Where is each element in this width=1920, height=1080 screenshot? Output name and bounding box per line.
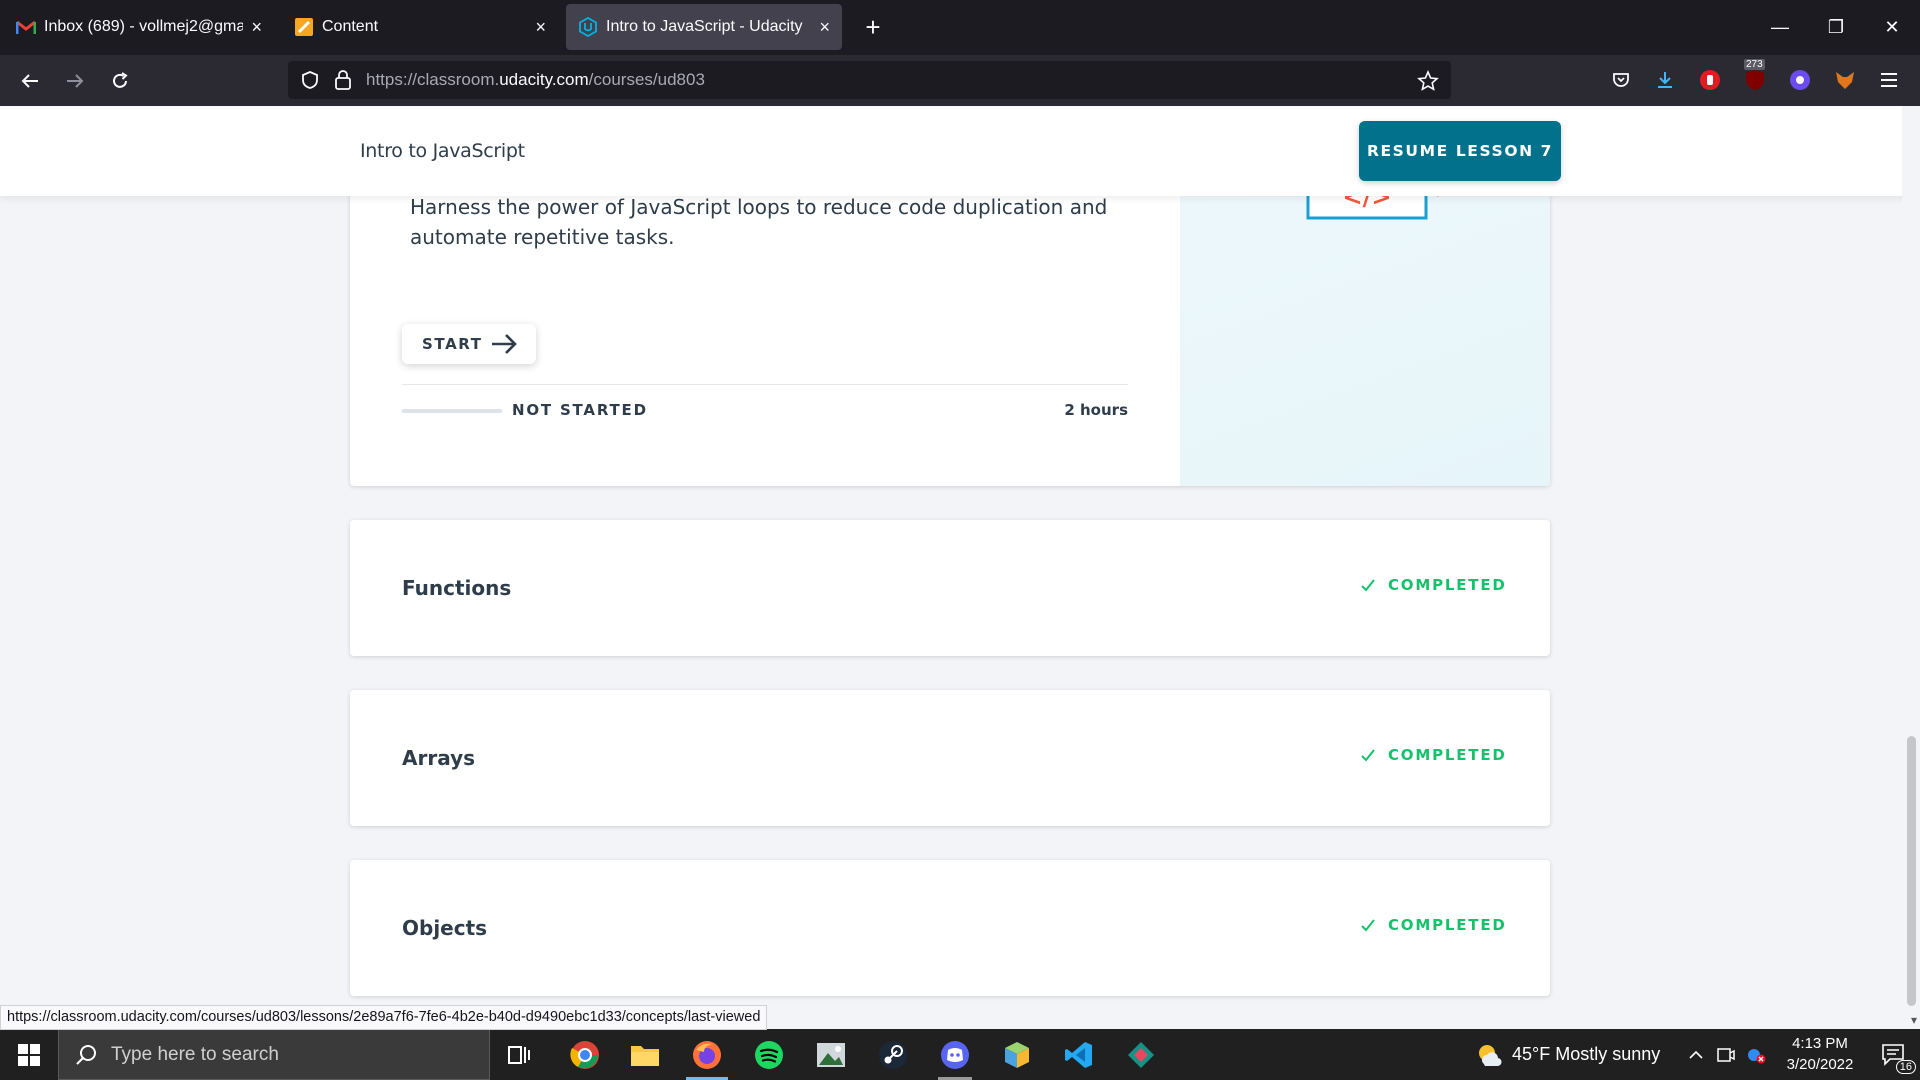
status-label: COMPLETED [1388, 746, 1507, 764]
start-label: START [422, 335, 483, 353]
close-window-button[interactable]: ✕ [1864, 0, 1920, 55]
lesson-description: Harness the power of JavaScript loops to… [410, 195, 1108, 249]
new-tab-button[interactable]: + [856, 10, 890, 44]
url-prefix: https://classroom. [366, 70, 500, 89]
metamask-fox-icon[interactable] [1832, 67, 1858, 93]
browser-tab-bar: Inbox (689) - vollmej2@gmatc.m × Content… [0, 0, 1920, 55]
lesson-progress-bar [402, 409, 502, 413]
bookmark-star-icon[interactable] [1417, 69, 1439, 97]
checkmark-icon [1360, 917, 1376, 933]
course-header: Intro to JavaScript RESUME LESSON 7 [0, 106, 1920, 196]
gmail-icon [16, 17, 36, 37]
chrome-icon[interactable] [556, 1029, 614, 1080]
network-alert-icon[interactable] [1742, 1029, 1770, 1080]
extension-badge: 273 [1744, 59, 1765, 70]
restore-button[interactable]: ❐ [1808, 0, 1864, 55]
reload-button[interactable] [102, 63, 138, 99]
task-view-icon[interactable] [490, 1029, 548, 1080]
url-path: /courses/ud803 [588, 70, 705, 89]
windows-taskbar: Type here to search 45°F Mostly sunny 4:… [0, 1029, 1920, 1080]
close-tab-icon[interactable]: × [535, 17, 546, 38]
lock-icon[interactable] [334, 70, 352, 95]
vscode-icon[interactable] [1050, 1029, 1108, 1080]
page-content: Intro to JavaScript RESUME LESSON 7 Harn… [0, 106, 1920, 1029]
menu-hamburger-icon[interactable] [1876, 67, 1902, 93]
show-hidden-icons-chevron-icon[interactable] [1684, 1029, 1708, 1080]
lesson-card-functions[interactable]: Functions COMPLETED [350, 520, 1550, 656]
page-scrollbar[interactable]: ▾ [1902, 106, 1920, 1029]
clock-time: 4:13 PM [1792, 1035, 1848, 1052]
arrow-right-icon [490, 330, 518, 362]
lesson-title: Objects [402, 916, 488, 940]
lesson-title: Functions [402, 576, 512, 600]
forward-button[interactable] [57, 63, 93, 99]
lesson-title: Arrays [402, 746, 476, 770]
windows-start-button[interactable] [0, 1029, 58, 1080]
checkmark-icon [1360, 747, 1376, 763]
search-placeholder: Type here to search [111, 1043, 279, 1065]
adblock-icon[interactable] [1697, 67, 1723, 93]
file-explorer-icon[interactable] [616, 1029, 674, 1080]
taskbar-clock[interactable]: 4:13 PM 3/20/2022 [1770, 1033, 1870, 1075]
browser-nav-bar: https://classroom.udacity.com/courses/ud… [0, 55, 1920, 106]
gitkraken-icon[interactable] [1112, 1029, 1170, 1080]
tab-title: Intro to JavaScript - Udacity [606, 18, 803, 35]
completed-status: COMPLETED [1360, 746, 1507, 764]
content-icon [294, 17, 314, 37]
steam-icon[interactable] [864, 1029, 922, 1080]
status-label: COMPLETED [1388, 916, 1507, 934]
tab-content[interactable]: Content × [282, 4, 558, 50]
scroll-down-icon[interactable]: ▾ [1911, 1013, 1917, 1027]
partly-sunny-icon [1476, 1042, 1502, 1068]
checkmark-icon [1360, 577, 1376, 593]
start-lesson-button[interactable]: START [402, 324, 536, 364]
lesson-card-objects[interactable]: Objects COMPLETED [350, 860, 1550, 996]
download-icon[interactable] [1652, 67, 1678, 93]
search-icon [75, 1044, 97, 1066]
discord-icon[interactable] [926, 1029, 984, 1080]
shield-icon[interactable] [300, 70, 320, 95]
lesson-card-arrays[interactable]: Arrays COMPLETED [350, 690, 1550, 826]
photo-app-icon[interactable] [802, 1029, 860, 1080]
meet-now-icon[interactable] [1712, 1029, 1740, 1080]
url-text[interactable]: https://classroom.udacity.com/courses/ud… [366, 70, 705, 90]
course-title[interactable]: Intro to JavaScript [360, 140, 525, 162]
close-tab-icon[interactable]: × [251, 17, 262, 38]
firefox-icon[interactable] [678, 1029, 736, 1080]
reload-icon [113, 72, 128, 88]
scrollbar-thumb[interactable] [1907, 736, 1916, 1006]
udacity-icon [578, 17, 598, 37]
close-tab-icon[interactable]: × [819, 17, 830, 38]
clock-date: 3/20/2022 [1786, 1056, 1854, 1073]
lesson-duration: 2 hours [1064, 401, 1128, 419]
3d-cube-app-icon[interactable] [988, 1029, 1046, 1080]
forward-arrow-icon [67, 74, 84, 88]
tab-title: Inbox (689) - vollmej2@gmatc.m [44, 18, 244, 35]
back-button[interactable] [12, 63, 48, 99]
pocket-icon[interactable] [1608, 67, 1634, 93]
weather-text: 45°F Mostly sunny [1512, 1044, 1661, 1064]
card-divider [402, 384, 1128, 385]
completed-status: COMPLETED [1360, 576, 1507, 594]
url-host: udacity.com [499, 70, 589, 89]
resume-lesson-button[interactable]: RESUME LESSON 7 [1359, 121, 1561, 181]
tab-gmail[interactable]: Inbox (689) - vollmej2@gmatc.m × [4, 4, 274, 50]
link-status-url: https://classroom.udacity.com/courses/ud… [0, 1005, 768, 1030]
address-bar[interactable]: https://classroom.udacity.com/courses/ud… [288, 61, 1451, 99]
minimize-button[interactable]: — [1752, 0, 1808, 55]
completed-status: COMPLETED [1360, 916, 1507, 934]
taskbar-search-box[interactable]: Type here to search [58, 1029, 490, 1080]
ublock-icon[interactable]: 273 [1742, 59, 1768, 93]
notification-count: 16 [1895, 1060, 1916, 1074]
windows-logo-icon [18, 1043, 40, 1066]
back-arrow-icon [21, 74, 38, 88]
lesson-status: NOT STARTED [512, 401, 648, 419]
tab-udacity[interactable]: Intro to JavaScript - Udacity × [566, 4, 842, 50]
tab-title: Content [322, 18, 379, 35]
notification-center-button[interactable]: 16 [1868, 1029, 1920, 1080]
spotify-icon[interactable] [740, 1029, 798, 1080]
extension-purple-icon[interactable] [1787, 67, 1813, 93]
status-label: COMPLETED [1388, 576, 1507, 594]
weather-widget[interactable]: 45°F Mostly sunny [1476, 1029, 1660, 1080]
